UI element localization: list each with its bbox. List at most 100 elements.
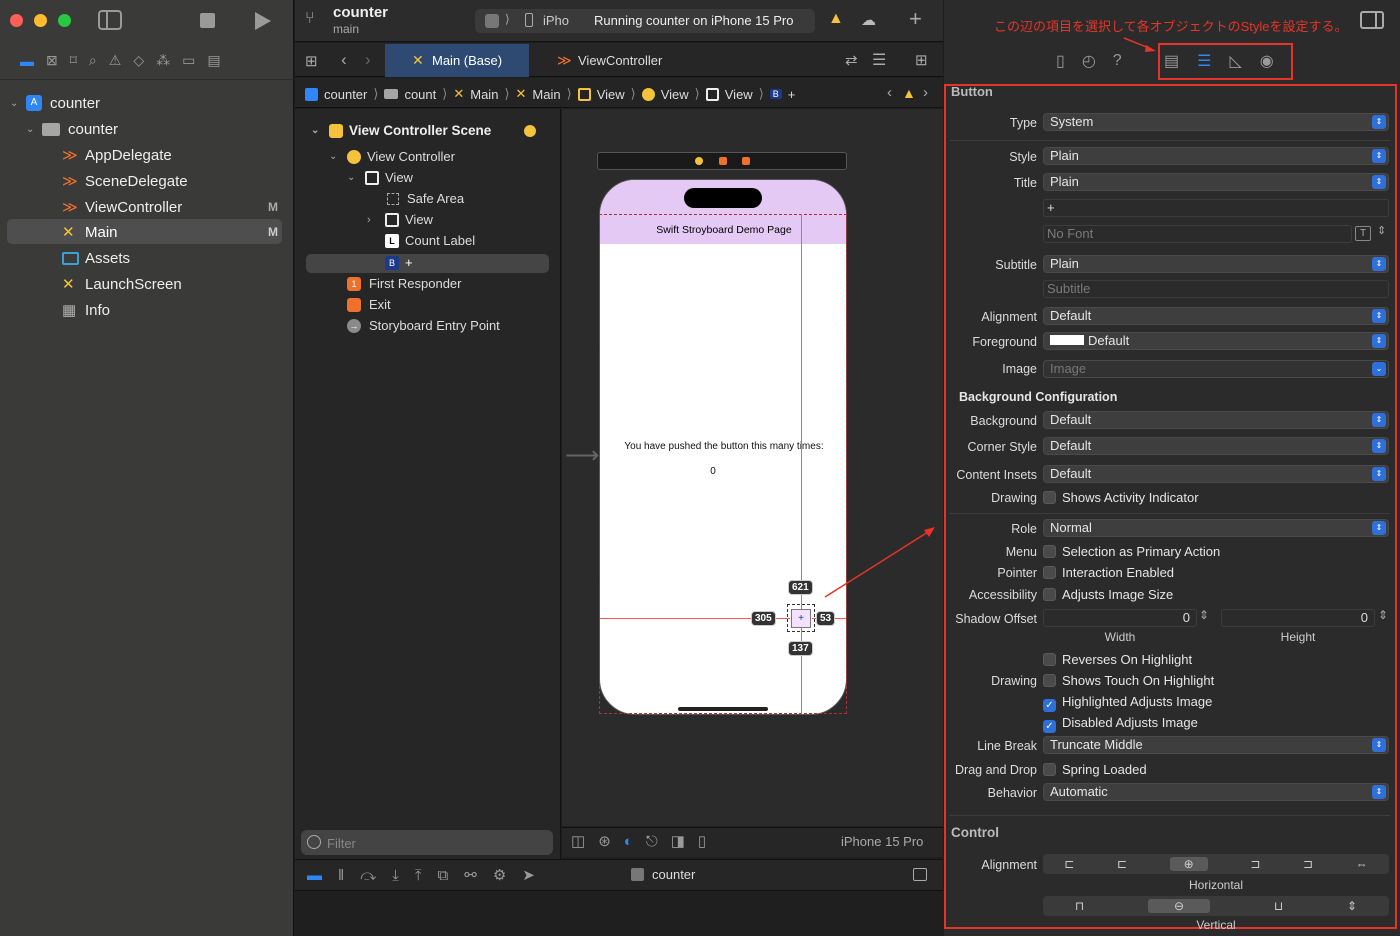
align-top-icon[interactable]: ⊓ [1075, 899, 1084, 913]
reverses-on-highlight-checkbox[interactable]: Reverses On Highlight [1043, 652, 1192, 667]
font-field[interactable]: No Font [1043, 225, 1352, 243]
connections-inspector-icon[interactable]: ◉ [1260, 51, 1274, 71]
image-dropdown[interactable]: Image ⌄ [1043, 360, 1389, 378]
shadow-height-stepper[interactable]: ⇕ [1378, 608, 1388, 622]
stop-button[interactable] [200, 13, 215, 28]
debug-target[interactable]: counter [652, 867, 695, 882]
issue-icon[interactable]: ⚠ [109, 52, 122, 69]
font-picker-icon[interactable]: T [1355, 226, 1371, 241]
breakpoint-icon[interactable]: ▭ [182, 52, 195, 69]
tree-item-launchscreen[interactable]: ✕ LaunchScreen [62, 274, 182, 294]
align-vcenter-icon[interactable]: ⊖ [1148, 899, 1211, 913]
test-icon[interactable]: ◇ [133, 52, 144, 69]
checkbox-box[interactable] [1043, 588, 1056, 601]
zoom-window-button[interactable] [58, 14, 71, 27]
checkbox-box[interactable] [1043, 545, 1056, 558]
alignment-dropdown[interactable]: Default ⇕ [1043, 307, 1389, 325]
find-icon[interactable]: ⌕ [89, 52, 97, 69]
debug-icon[interactable]: ⁂ [156, 52, 170, 69]
tree-item-assets[interactable]: Assets [62, 248, 130, 268]
tree-item-appdelegate[interactable]: ≫ AppDelegate [62, 145, 172, 165]
file-inspector-icon[interactable]: ▯ [1056, 51, 1065, 71]
tree-item-scenedelegate[interactable]: ≫ SceneDelegate [62, 171, 188, 191]
layout-icon[interactable]: ◨ [671, 832, 685, 850]
font-size-stepper[interactable]: ⇕ [1377, 224, 1386, 237]
pointer-interaction-checkbox[interactable]: Interaction Enabled [1043, 565, 1174, 580]
tree-item-project[interactable]: ⌄ A counter [10, 93, 100, 113]
checkbox-checked[interactable]: ✓ [1043, 699, 1056, 712]
shadow-height-field[interactable]: 0 [1221, 609, 1375, 627]
checkbox-box[interactable] [1043, 491, 1056, 504]
checkbox-box[interactable] [1043, 763, 1056, 776]
pause-icon[interactable]: ‖ [338, 867, 344, 884]
align-right-icon[interactable]: ⊐ [1303, 857, 1313, 871]
accessibility-icon[interactable]: ⊛ [598, 832, 611, 850]
step-out-icon[interactable]: ⤒ [415, 867, 422, 884]
tree-item-folder[interactable]: ⌄ counter [26, 119, 118, 139]
toggle-sidebar-icon[interactable] [98, 10, 122, 30]
primary-action-checkbox[interactable]: Selection as Primary Action [1043, 544, 1220, 559]
tree-item-main[interactable]: ✕ Main M [62, 222, 278, 242]
align-trailing-icon[interactable]: ⊐ [1250, 857, 1260, 871]
checkbox-checked[interactable]: ✓ [1043, 720, 1056, 733]
project-navigator-icon[interactable]: ▬ [20, 53, 34, 69]
device-label[interactable]: iPhone 15 Pro [841, 834, 923, 849]
outline-toggle-icon[interactable]: ◫ [571, 832, 585, 850]
orientation-icon[interactable]: ⎋ [646, 833, 658, 850]
line-break-dropdown[interactable]: Truncate Middle ⇕ [1043, 736, 1389, 754]
checkbox-box[interactable] [1043, 653, 1056, 666]
report-icon[interactable]: ▤ [207, 52, 220, 69]
content-insets-dropdown[interactable]: Default ⇕ [1043, 465, 1389, 483]
style-dropdown[interactable]: Plain ⇕ [1043, 147, 1389, 165]
align-center-icon[interactable]: ⊕ [1169, 857, 1208, 871]
subtitle-field[interactable]: Subtitle [1043, 280, 1389, 298]
disclosure-open-icon[interactable]: ⌄ [26, 124, 42, 135]
attributes-inspector-icon[interactable]: ☰ [1197, 51, 1211, 71]
debug-area-toggle-icon[interactable]: ▬ [307, 867, 322, 884]
tree-item-info[interactable]: ▦ Info [62, 300, 110, 320]
type-dropdown[interactable]: System ⇕ [1043, 113, 1389, 131]
corner-style-dropdown[interactable]: Default ⇕ [1043, 437, 1389, 455]
shows-touch-checkbox[interactable]: Shows Touch On Highlight [1043, 673, 1214, 688]
environment-icon[interactable]: ⚙ [493, 866, 506, 884]
vertical-alignment-control[interactable]: ⊓ ⊖ ⊔ ⇕ [1043, 896, 1389, 916]
step-into-icon[interactable]: ⤓ [392, 867, 399, 884]
horizontal-alignment-control[interactable]: ⊏ ⊏ ⊕ ⊐ ⊐ ⇔ [1043, 854, 1389, 874]
align-bottom-icon[interactable]: ⊔ [1274, 899, 1283, 913]
align-fill-icon[interactable]: ⇔ [1356, 857, 1368, 871]
role-dropdown[interactable]: Normal ⇕ [1043, 519, 1389, 537]
activity-indicator-checkbox[interactable]: Shows Activity Indicator [1043, 490, 1199, 505]
checkbox-box[interactable] [1043, 674, 1056, 687]
title-text-field[interactable]: + [1043, 199, 1389, 217]
background-dropdown[interactable]: Default ⇕ [1043, 411, 1389, 429]
identity-inspector-icon[interactable]: ▤ [1164, 51, 1179, 71]
spring-loaded-checkbox[interactable]: Spring Loaded [1043, 762, 1147, 777]
history-inspector-icon[interactable]: ◴ [1082, 51, 1096, 71]
appearance-icon[interactable]: ◐ [624, 833, 633, 850]
title-dropdown[interactable]: Plain ⇕ [1043, 173, 1389, 191]
behavior-dropdown[interactable]: Automatic ⇕ [1043, 783, 1389, 801]
highlighted-adjusts-image-checkbox[interactable]: ✓ Highlighted Adjusts Image [1043, 694, 1212, 712]
view-hierarchy-icon[interactable]: ⧉ [438, 867, 449, 884]
tree-item-viewcontroller[interactable]: ≫ ViewController M [62, 197, 278, 217]
device-frame-icon[interactable]: ▯ [698, 832, 706, 850]
align-leading-icon[interactable]: ⊏ [1064, 857, 1074, 871]
step-over-icon[interactable]: ⤼ [360, 867, 376, 884]
disclosure-open-icon[interactable]: ⌄ [10, 98, 26, 109]
subtitle-dropdown[interactable]: Plain ⇕ [1043, 255, 1389, 273]
align-vfill-icon[interactable]: ⇕ [1347, 899, 1357, 913]
help-inspector-icon[interactable]: ? [1113, 52, 1122, 70]
disabled-adjusts-image-checkbox[interactable]: ✓ Disabled Adjusts Image [1043, 715, 1198, 733]
bookmark-icon[interactable]: ⌑ [70, 52, 77, 69]
run-button[interactable] [255, 12, 271, 30]
memory-graph-icon[interactable]: ⚯ [464, 866, 477, 884]
console-toggle-icon[interactable] [913, 868, 927, 881]
shadow-width-field[interactable]: 0 [1043, 609, 1197, 627]
minimize-window-button[interactable] [34, 14, 47, 27]
source-control-icon[interactable]: ⊠ [46, 52, 58, 69]
shadow-width-stepper[interactable]: ⇕ [1199, 608, 1209, 622]
checkbox-box[interactable] [1043, 566, 1056, 579]
close-window-button[interactable] [10, 14, 23, 27]
foreground-dropdown[interactable]: Default ⇕ [1043, 332, 1389, 350]
location-icon[interactable]: ➤ [522, 866, 535, 884]
